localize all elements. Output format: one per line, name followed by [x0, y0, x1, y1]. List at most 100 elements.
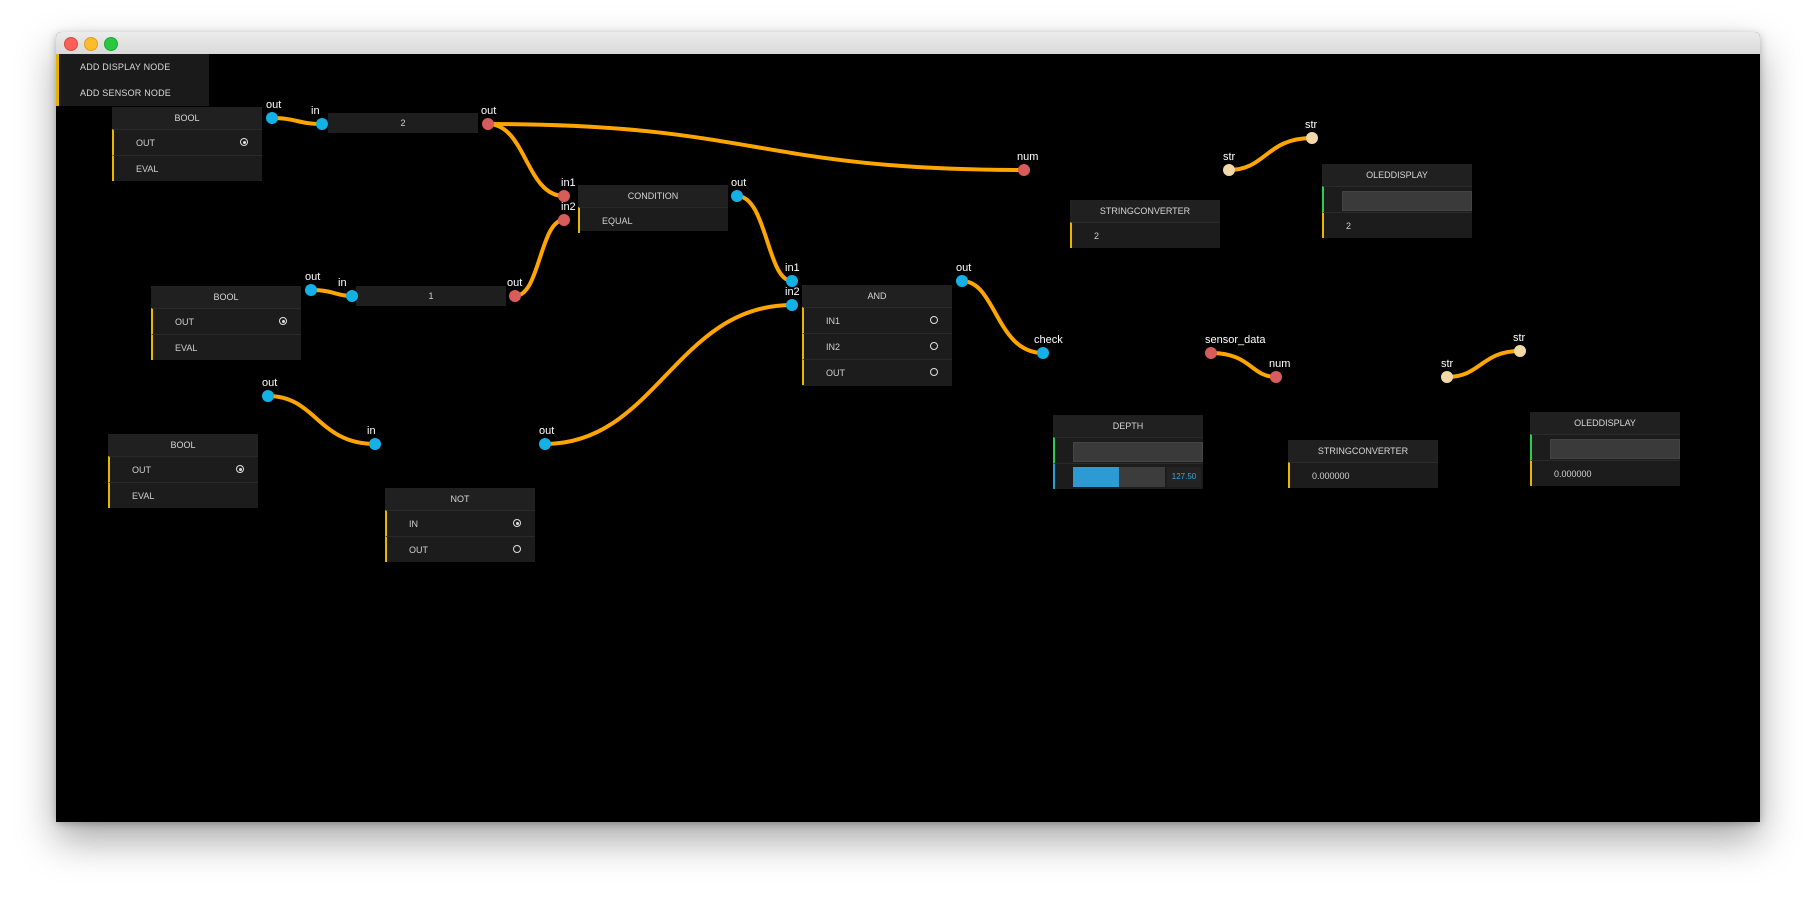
oled-display-node-1[interactable]: OLEDDISPLAY 2 [1322, 164, 1472, 238]
display-screen-row [1530, 434, 1680, 460]
value2-out-port[interactable] [509, 290, 521, 302]
wire-depth-to-strconv2 [1209, 351, 1278, 379]
bool1-out-port[interactable] [266, 112, 278, 124]
in-radio-button[interactable] [513, 519, 521, 527]
bool-node-1[interactable]: BOOL OUT EVAL [112, 107, 262, 181]
bool-node-2[interactable]: BOOL OUT EVAL [151, 286, 301, 360]
not-in-row: IN [385, 510, 535, 536]
bool-out-row: OUT [151, 308, 301, 334]
node-title: AND [802, 285, 952, 307]
display-value: 2 [1346, 221, 1352, 231]
node-title: BOOL [108, 434, 258, 456]
bool2-out-port[interactable] [305, 284, 317, 296]
condition-node[interactable]: CONDITION EQUAL [578, 185, 728, 233]
display-screen [1342, 191, 1472, 211]
display-value-row: 0.000000 [1530, 460, 1680, 486]
strconv2-num-port[interactable] [1270, 371, 1282, 383]
add-sensor-node-button[interactable]: ADD SENSOR NODE [59, 80, 209, 106]
out-radio-button[interactable] [279, 317, 287, 325]
port-label: str [1441, 358, 1454, 370]
strconv1-str-out-port[interactable] [1223, 164, 1235, 176]
and-out-row: OUT [802, 359, 952, 385]
row-label: EVAL [175, 343, 198, 353]
depth-slider[interactable] [1073, 467, 1165, 487]
node-title: NOT [385, 488, 535, 510]
out-radio-button[interactable] [236, 465, 244, 473]
depth-check-port[interactable] [1037, 347, 1049, 359]
bool-eval-row[interactable]: EVAL [108, 482, 258, 508]
row-label: OUT [826, 368, 845, 378]
display-screen [1550, 439, 1680, 459]
wires-layer [266, 116, 1522, 446]
condition-out-port[interactable] [731, 190, 743, 202]
title-bar [56, 32, 1760, 55]
port-label: in [367, 425, 376, 437]
close-window-button[interactable] [64, 37, 78, 51]
port-label: out [507, 277, 523, 289]
node-editor-canvas[interactable]: ADD DISPLAY NODE ADD SENSOR NODE BOOL OU… [56, 54, 1760, 822]
value1-out-port[interactable] [482, 118, 494, 130]
and-in1-row: IN1 [802, 307, 952, 333]
value-node-1[interactable]: 2 [328, 113, 478, 133]
depth-sensor-node[interactable]: DEPTH 127.50 [1053, 415, 1203, 489]
port-label: in [338, 277, 347, 289]
condition-in2-port[interactable] [558, 214, 570, 226]
value-node-2[interactable]: 1 [356, 286, 506, 306]
port-label: out [481, 105, 497, 117]
value1-in-port[interactable] [316, 118, 328, 130]
port-label: out [305, 271, 321, 283]
out-radio-button[interactable] [513, 545, 521, 553]
converted-value: 2 [1094, 231, 1100, 241]
and-out-port[interactable] [956, 275, 968, 287]
row-label: EVAL [132, 491, 155, 501]
strconv1-num-port[interactable] [1018, 164, 1030, 176]
oled-display-node-2[interactable]: OLEDDISPLAY 0.000000 [1530, 412, 1680, 486]
not-node[interactable]: NOT IN OUT [385, 488, 535, 562]
wire-strconv2-to-oled2 [1445, 349, 1522, 379]
bool3-out-port[interactable] [262, 390, 274, 402]
add-display-node-button[interactable]: ADD DISPLAY NODE [59, 54, 209, 80]
node-title: DEPTH [1053, 415, 1203, 437]
bool-node-3[interactable]: BOOL OUT EVAL [108, 434, 258, 508]
string-converter-node-1[interactable]: STRINGCONVERTER 2 [1070, 200, 1220, 248]
port-label: out [262, 377, 278, 389]
string-converter-node-2[interactable]: STRINGCONVERTER 0.000000 [1288, 440, 1438, 488]
row-label: IN1 [826, 316, 841, 326]
row-label: OUT [409, 545, 428, 555]
port-label: num [1269, 358, 1291, 370]
minimize-window-button[interactable] [84, 37, 98, 51]
out-radio-button[interactable] [240, 138, 248, 146]
wire-value2-to-condition-in2 [513, 218, 566, 298]
not-in-port[interactable] [369, 438, 381, 450]
port-label: check [1034, 334, 1063, 346]
wire-and-to-depth [960, 279, 1045, 355]
row-label: IN2 [826, 342, 841, 352]
bool-eval-row[interactable]: EVAL [151, 334, 301, 360]
depth-sensor-data-port[interactable] [1205, 347, 1217, 359]
port-label: in2 [785, 286, 800, 298]
maximize-window-button[interactable] [104, 37, 118, 51]
condition-operator-row[interactable]: EQUAL [578, 207, 728, 233]
in2-radio-button[interactable] [930, 342, 938, 350]
node-title: STRINGCONVERTER [1288, 440, 1438, 462]
node-title: BOOL [112, 107, 262, 129]
not-out-port[interactable] [539, 438, 551, 450]
out-radio-button[interactable] [930, 368, 938, 376]
oled2-str-in-port[interactable] [1514, 345, 1526, 357]
port-label: in [311, 105, 320, 117]
slider-value[interactable]: 127.50 [1167, 467, 1201, 487]
and-in2-port[interactable] [786, 299, 798, 311]
value2-in-port[interactable] [346, 290, 358, 302]
strconv2-str-out-port[interactable] [1441, 371, 1453, 383]
port-label: out [539, 425, 555, 437]
row-label: EVAL [136, 164, 159, 174]
in1-radio-button[interactable] [930, 316, 938, 324]
bool-eval-row[interactable]: EVAL [112, 155, 262, 181]
wire-not-to-and-in2 [543, 303, 794, 446]
oled1-str-in-port[interactable] [1306, 132, 1318, 144]
and-in2-row: IN2 [802, 333, 952, 359]
row-label: EQUAL [602, 216, 633, 226]
and-node[interactable]: AND IN1 IN2 OUT [802, 285, 952, 386]
wire-strconv1-to-oled1 [1227, 136, 1314, 172]
wire-bool1-to-value1 [270, 116, 324, 126]
